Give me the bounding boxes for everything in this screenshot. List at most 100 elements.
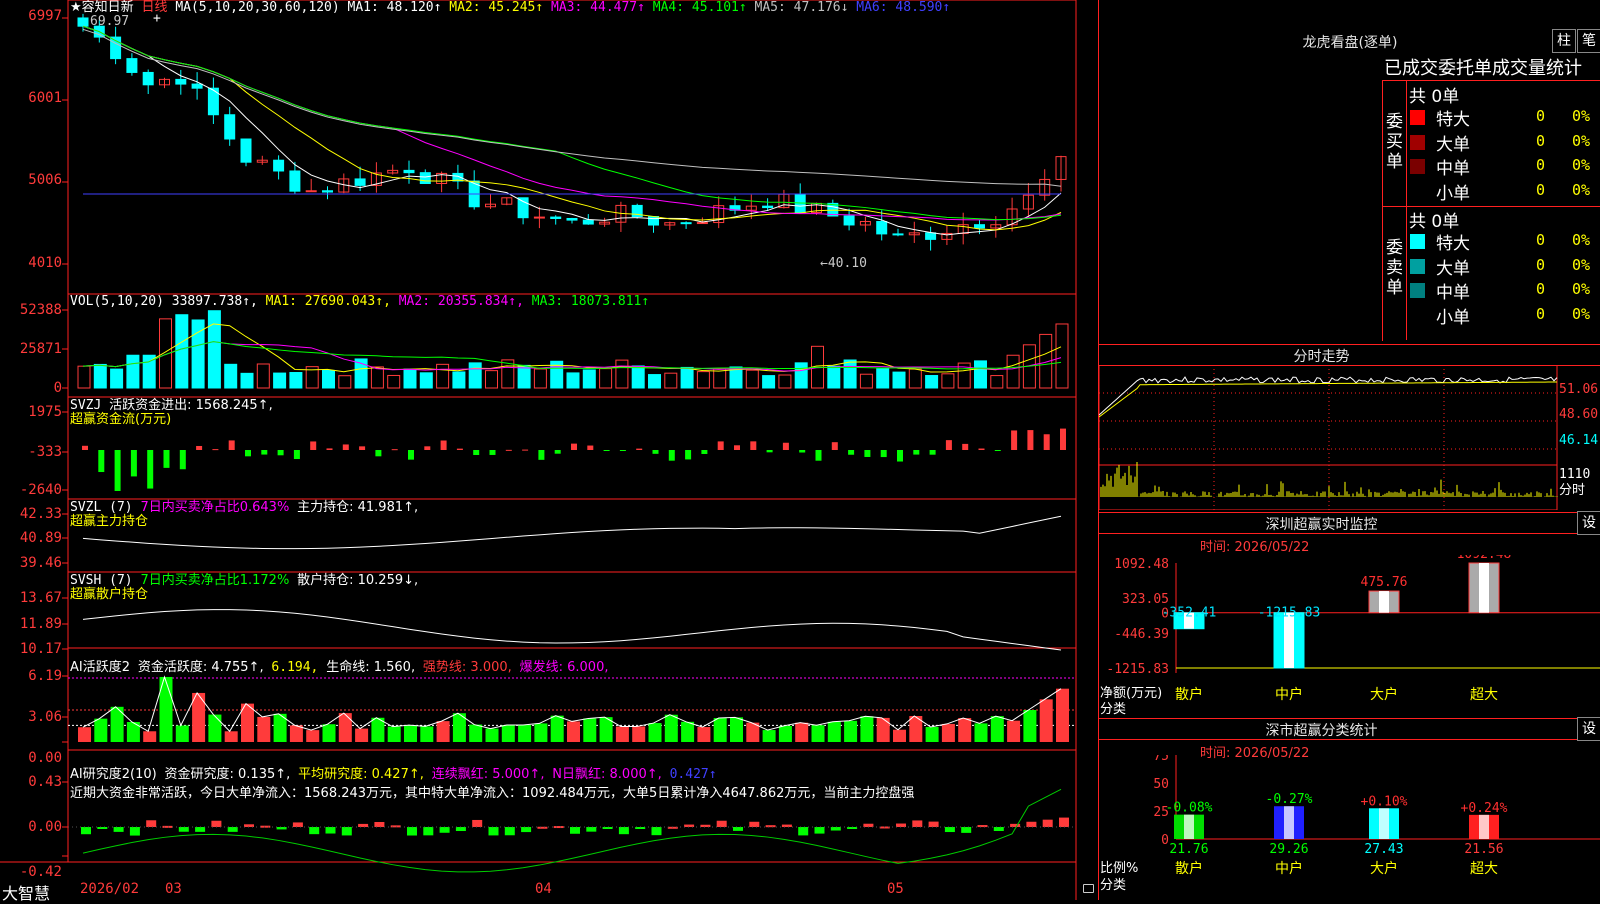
kline-chart-area[interactable]: + xyxy=(0,0,1077,900)
flow-bar xyxy=(538,450,545,460)
flow-bar xyxy=(864,450,871,457)
activity-bar xyxy=(1056,688,1069,742)
svzl-ratio: 7日内买卖净占比0.643% xyxy=(140,500,290,515)
ai-active-e: 爆发线: 6.000, xyxy=(519,660,609,675)
ai-active-b: 6.194, xyxy=(271,660,319,675)
bar-mode-button[interactable]: 柱 xyxy=(1552,29,1576,53)
svsh-subtitle: 超赢散户持仓 xyxy=(70,587,149,602)
flow-bar xyxy=(293,450,300,460)
tick-mode-button[interactable]: 笔 xyxy=(1577,29,1600,53)
period-label[interactable]: 日线 xyxy=(141,0,167,15)
flow-bar xyxy=(212,449,219,451)
class-value-label: 21.76 xyxy=(1169,842,1208,857)
y-tick-svzj-2: -333 xyxy=(28,444,62,460)
svzj-subtitle: 超赢资金流(万元) xyxy=(70,412,172,427)
research-bar xyxy=(977,825,988,828)
sz-monitor-title: 深圳超赢实时监控 xyxy=(1265,517,1378,533)
volume-bar xyxy=(794,362,808,389)
activity-bar xyxy=(795,722,809,742)
order-percent: 0% xyxy=(1572,280,1591,298)
research-bar xyxy=(423,827,434,836)
volume-bar xyxy=(224,363,238,389)
volume-bar xyxy=(941,373,955,389)
volume-bar xyxy=(110,368,124,389)
ai-research-e: 0.427↑ xyxy=(669,767,717,782)
intraday-title: 分时走势 xyxy=(1293,349,1350,365)
class-category-label: 中户 xyxy=(1275,860,1303,877)
flow-bar xyxy=(245,450,251,457)
flow-bar xyxy=(505,449,512,451)
lock-icon[interactable] xyxy=(1083,884,1094,893)
research-bar xyxy=(570,827,580,834)
candle xyxy=(289,170,301,192)
order-percent: 0% xyxy=(1572,131,1591,150)
intraday-y-tick: 1110 xyxy=(1559,467,1590,482)
sz-class-title: 深市超赢分类统计 xyxy=(1265,723,1378,739)
research-bar xyxy=(651,827,662,836)
volume-bar xyxy=(648,374,661,389)
flow-bar xyxy=(734,445,740,450)
activity-bar xyxy=(469,724,483,742)
dragon-col-divider xyxy=(1406,80,1407,340)
research-bar xyxy=(1026,821,1037,827)
svsh-name[interactable]: SVSH (7) xyxy=(70,573,133,588)
research-bar xyxy=(97,827,108,829)
research-bar xyxy=(407,827,417,836)
volume-bar xyxy=(859,373,873,389)
flow-bar xyxy=(326,448,333,450)
flow-bar xyxy=(799,450,806,453)
legend-swatch xyxy=(1410,110,1425,125)
order-count: 0 xyxy=(1536,304,1546,323)
research-bar xyxy=(733,827,743,831)
candle xyxy=(533,216,545,219)
main-chart-header: ★容知日新 日线 MA(5,10,20,30,60,120) MA1: 48.1… xyxy=(70,0,950,16)
volume-bar xyxy=(452,371,466,389)
ai-research-d: N日飘红: 8.000↑, xyxy=(552,767,662,782)
candle xyxy=(550,216,562,219)
y-tick-svzl-2: 40.89 xyxy=(19,530,62,546)
activity-bar xyxy=(844,720,858,742)
sz-monitor-settings-button[interactable]: 设 xyxy=(1577,511,1600,535)
vol-name[interactable]: VOL(5,10,20) xyxy=(70,294,164,309)
flow-bar xyxy=(179,450,186,470)
flow-bar xyxy=(962,443,969,450)
activity-bar xyxy=(974,723,988,742)
y-tick-svzl-1: 42.33 xyxy=(19,506,62,522)
dragon-title: 龙虎看盘(逐单) xyxy=(1302,35,1398,51)
vol-header: VOL(5,10,20) 33897.738↑, MA1: 27690.043↑… xyxy=(70,294,649,310)
intraday-y-tick: 51.06 xyxy=(1559,382,1598,397)
class-y-tick: 50 xyxy=(1153,777,1169,792)
volume-bar xyxy=(566,372,580,389)
activity-bar xyxy=(941,723,955,742)
y-tick-main-3: 5006 xyxy=(28,172,62,188)
svzl-name[interactable]: SVZL (7) xyxy=(70,500,133,515)
ai-research-name[interactable]: AI研究度2(10) xyxy=(70,767,157,782)
y-tick-svsh-1: 13.67 xyxy=(19,590,62,606)
flow-bar xyxy=(571,443,577,450)
legend-swatch xyxy=(1410,308,1425,323)
volume-bar xyxy=(273,372,287,389)
date-label-2: 03 xyxy=(165,881,182,897)
activity-bar xyxy=(224,731,238,742)
high-price-label: 69.97 xyxy=(90,14,130,29)
ai-active-name[interactable]: AI活跃度2 xyxy=(70,660,130,675)
activity-bar xyxy=(990,716,1004,742)
candle xyxy=(582,219,594,225)
research-bar xyxy=(276,827,287,830)
flow-bar xyxy=(782,442,789,450)
volume-bar xyxy=(680,366,694,389)
y-tick-air-3: -0.42 xyxy=(19,864,62,880)
sz-class-chart: 7550250-0.08%21.76散户-0.27%29.26中户+0.10%2… xyxy=(1153,755,1600,877)
activity-bar xyxy=(534,723,548,742)
research-bar xyxy=(211,820,222,827)
svsh-ratio: 7日内买卖净占比1.172% xyxy=(140,573,290,588)
stock-name[interactable]: ★容知日新 xyxy=(70,0,134,15)
intraday-chart[interactable]: 51.06 48.60 46.14 1110分时 xyxy=(1099,365,1600,510)
svzj-name[interactable]: SVZJ xyxy=(70,398,101,413)
sz-class-settings-button[interactable]: 设 xyxy=(1577,717,1600,741)
research-bar xyxy=(896,823,906,827)
y-tick-svsh-2: 11.89 xyxy=(19,616,62,632)
y-tick-main-2: 6001 xyxy=(28,90,62,106)
volume-bar xyxy=(827,365,841,389)
research-bar xyxy=(1059,817,1069,827)
